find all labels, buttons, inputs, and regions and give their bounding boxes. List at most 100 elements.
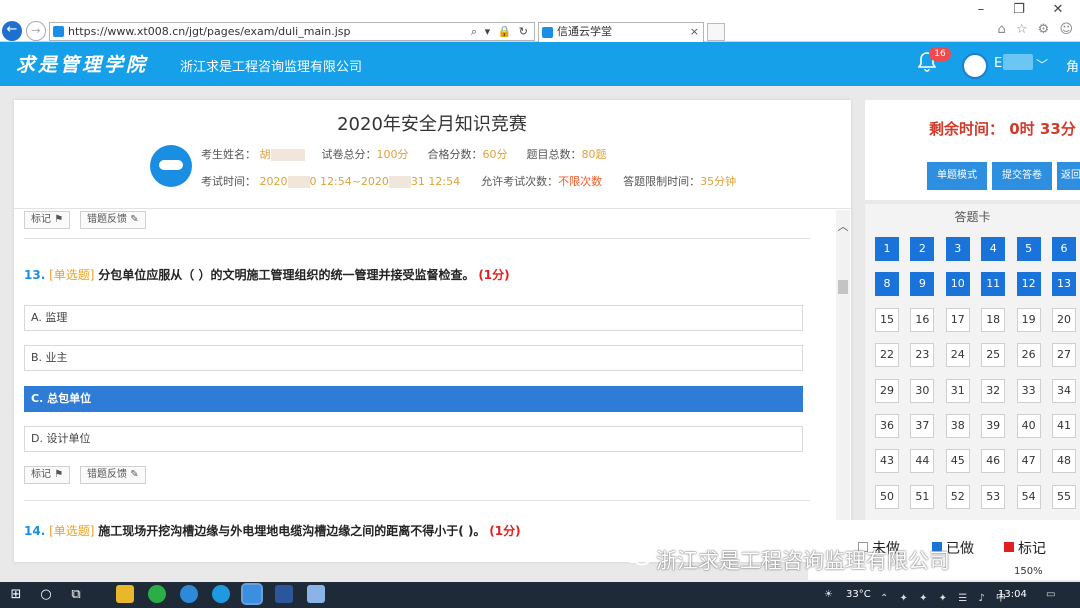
forward-arrow-icon[interactable]: → (26, 21, 46, 41)
chevron-down-icon[interactable]: ﹀ (1036, 56, 1048, 73)
zoom-level[interactable]: 150% (1014, 566, 1043, 577)
browser-toolbar-icons[interactable]: ⌂ ☆ ⚙ ☺ (997, 22, 1076, 37)
answer-cell-52[interactable]: 52 (945, 484, 970, 509)
answer-cell-22[interactable]: 22 (875, 343, 899, 368)
answer-card-title: 答题卡 (954, 210, 991, 224)
cloud-app-icon[interactable] (307, 585, 325, 603)
restore-icon[interactable]: ❐ (1006, 2, 1032, 18)
question-scrollbar[interactable] (836, 210, 850, 562)
answer-cell-46[interactable]: 46 (981, 449, 1006, 474)
option-a[interactable]: A. 监理 (24, 305, 803, 331)
answer-cell-12[interactable]: 12 (1016, 272, 1041, 297)
answer-cell-17[interactable]: 17 (945, 307, 970, 332)
back-arrow-icon[interactable]: ← (2, 21, 22, 41)
question-count-label: 题目总数： (526, 148, 582, 161)
question-14: 14. [单选题] 施工现场开挖沟槽边缘与外电埋地电缆沟槽边缘之间的距离不得小于… (24, 522, 521, 539)
answer-cell-3[interactable]: 3 (945, 237, 970, 261)
answer-cell-4[interactable]: 4 (981, 237, 1006, 261)
answer-cell-30[interactable]: 30 (910, 378, 935, 403)
answer-cell-55[interactable]: 55 (1052, 484, 1076, 509)
answer-cell-37[interactable]: 37 (910, 414, 935, 438)
answer-cell-39[interactable]: 39 (981, 414, 1006, 438)
answer-cell-15[interactable]: 15 (875, 307, 899, 332)
tab-close-icon[interactable]: × (690, 23, 699, 41)
option-c-selected[interactable]: C. 总包单位 (24, 386, 803, 412)
answer-cell-11[interactable]: 11 (981, 272, 1006, 297)
remaining-time-label: 剩余时间： (929, 120, 1005, 138)
chevron-up-icon[interactable]: ︿ (836, 218, 850, 234)
answer-cell-6[interactable]: 6 (1052, 237, 1076, 261)
feedback-button[interactable]: 错题反馈 ✎ (80, 211, 146, 229)
answer-cell-8[interactable]: 8 (875, 272, 899, 297)
name-value: 胡 (259, 148, 271, 161)
question-13: 13. [单选题] 分包单位应服从（ ）的文明施工管理组织的统一管理并接受监督检… (24, 266, 510, 283)
word-icon[interactable] (275, 585, 293, 603)
scrollbar-thumb[interactable] (838, 280, 848, 294)
answer-cell-33[interactable]: 33 (1016, 378, 1041, 403)
answer-cell-5[interactable]: 5 (1016, 237, 1041, 261)
answer-cell-51[interactable]: 51 (910, 484, 935, 509)
new-tab-icon[interactable] (707, 23, 725, 41)
answer-cell-29[interactable]: 29 (875, 378, 899, 403)
answer-cell-45[interactable]: 45 (945, 449, 970, 474)
submit-button[interactable]: 提交答卷 (992, 162, 1052, 190)
ie-icon[interactable] (241, 583, 263, 605)
single-mode-button[interactable]: 单题模式 (927, 162, 987, 190)
answer-cell-47[interactable]: 47 (1016, 449, 1041, 474)
option-b[interactable]: B. 业主 (24, 345, 803, 371)
answer-cell-43[interactable]: 43 (875, 449, 899, 474)
answer-cell-1[interactable]: 1 (875, 237, 899, 261)
answer-cell-50[interactable]: 50 (875, 484, 899, 509)
mark-button[interactable]: 标记 ⚑ (24, 211, 71, 229)
role-text[interactable]: 角 (1066, 56, 1079, 75)
answer-cell-31[interactable]: 31 (945, 378, 970, 403)
answer-cell-41[interactable]: 41 (1052, 414, 1076, 438)
answer-cell-18[interactable]: 18 (981, 307, 1006, 332)
question-count-value: 80题 (581, 148, 607, 161)
answer-cell-44[interactable]: 44 (910, 449, 935, 474)
divider (24, 238, 810, 239)
file-explorer-icon[interactable] (116, 585, 134, 603)
option-d[interactable]: D. 设计单位 (24, 426, 803, 452)
answer-cell-38[interactable]: 38 (945, 414, 970, 438)
answer-cell-34[interactable]: 34 (1052, 378, 1076, 403)
watermark: 浙江求是工程咨询监理有限公司 (622, 544, 950, 575)
answer-cell-2[interactable]: 2 (910, 237, 935, 261)
answer-cell-53[interactable]: 53 (981, 484, 1006, 509)
answer-cell-25[interactable]: 25 (981, 343, 1006, 368)
answer-cell-40[interactable]: 40 (1016, 414, 1041, 438)
feedback-button[interactable]: 错题反馈 ✎ (80, 466, 146, 484)
mark-button[interactable]: 标记 ⚑ (24, 466, 71, 484)
avatar[interactable] (962, 53, 988, 79)
edge-icon[interactable] (180, 585, 198, 603)
answer-cell-32[interactable]: 32 (981, 378, 1006, 403)
answer-cell-9[interactable]: 9 (910, 272, 935, 297)
question-score: (1分) (489, 524, 521, 538)
browser-tab[interactable]: 信通云学堂 × (538, 22, 704, 42)
notification-center-icon[interactable]: ▭ (1046, 589, 1055, 600)
answer-cell-24[interactable]: 24 (945, 343, 970, 368)
answer-cell-19[interactable]: 19 (1016, 307, 1041, 332)
system-tray-icons[interactable]: ⌃ ✦ ✦ ✦ ☰ ♪ 中 (880, 589, 1010, 604)
answer-cell-20[interactable]: 20 (1052, 307, 1076, 332)
answer-cell-23[interactable]: 23 (910, 343, 935, 368)
minimize-icon[interactable]: – (968, 2, 994, 18)
address-tools-icon[interactable]: ⌕ ▾ 🔒 ↻ (471, 23, 530, 40)
answer-cell-10[interactable]: 10 (945, 272, 970, 297)
answer-cell-16[interactable]: 16 (910, 307, 935, 332)
return-button[interactable]: 返回 (1057, 162, 1080, 190)
answer-cell-27[interactable]: 27 (1052, 343, 1076, 368)
windows-start-icon[interactable]: ⊞ (6, 585, 26, 605)
brand-logo[interactable]: 求是管理学院 (16, 50, 148, 77)
answer-cell-26[interactable]: 26 (1016, 343, 1041, 368)
qq-browser-icon[interactable] (212, 585, 230, 603)
close-icon[interactable]: ✕ (1045, 2, 1071, 18)
wechat-app-icon[interactable] (148, 585, 166, 603)
answer-cell-48[interactable]: 48 (1052, 449, 1076, 474)
answer-cell-54[interactable]: 54 (1016, 484, 1041, 509)
search-icon[interactable]: ○ (36, 585, 56, 605)
address-bar[interactable]: https://www.xt008.cn/jgt/pages/exam/duli… (49, 22, 535, 41)
task-view-icon[interactable]: ⧉ (66, 585, 86, 605)
answer-cell-13[interactable]: 13 (1052, 272, 1076, 297)
answer-cell-36[interactable]: 36 (875, 414, 899, 438)
